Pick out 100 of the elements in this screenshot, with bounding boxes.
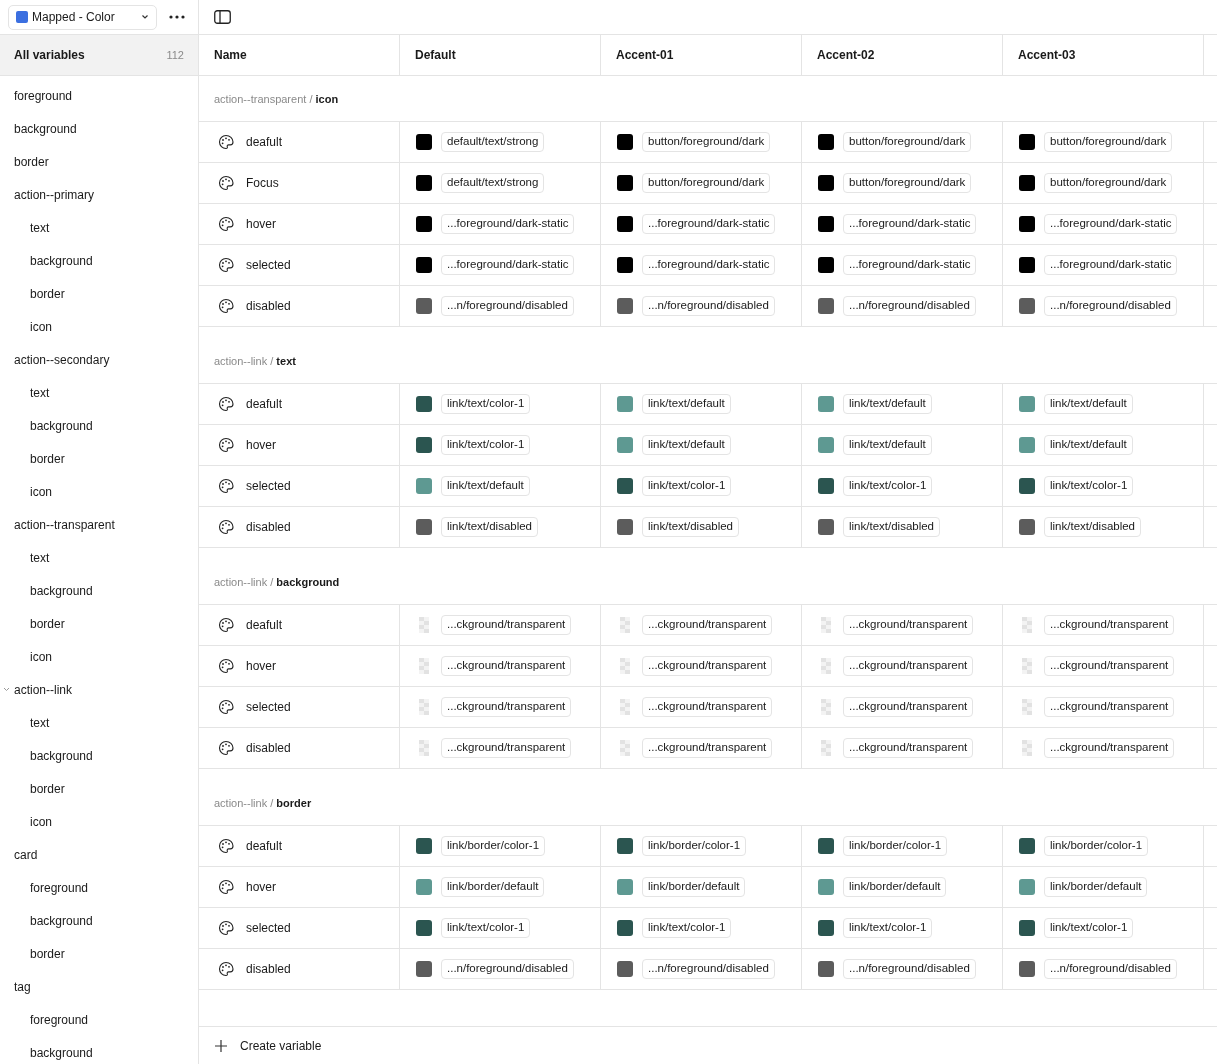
sidebar-item[interactable]: foreground — [0, 1003, 198, 1036]
sidebar-item[interactable]: action--secondary — [0, 343, 198, 376]
alias-pill[interactable]: button/foreground/dark — [1044, 132, 1173, 152]
alias-pill[interactable]: button/foreground/dark — [1044, 173, 1173, 193]
alias-pill[interactable]: link/text/default — [843, 394, 932, 414]
alias-pill[interactable]: ...ckground/transparent — [843, 656, 974, 676]
sidebar-item[interactable]: icon — [0, 805, 198, 838]
sidebar-item[interactable]: background — [0, 1036, 198, 1064]
expand-chevron-icon[interactable] — [3, 687, 10, 692]
alias-pill[interactable]: link/border/default — [1044, 877, 1148, 897]
collection-dropdown[interactable]: Mapped - Color — [8, 4, 157, 30]
sidebar-item[interactable]: border — [0, 772, 198, 805]
alias-pill[interactable]: link/text/default — [642, 394, 731, 414]
alias-pill[interactable]: ...n/foreground/disabled — [843, 959, 976, 979]
alias-pill[interactable]: ...ckground/transparent — [1044, 656, 1175, 676]
sidebar-item[interactable]: icon — [0, 475, 198, 508]
alias-pill[interactable]: ...foreground/dark-static — [441, 214, 575, 234]
alias-pill[interactable]: link/text/color-1 — [642, 918, 732, 938]
sidebar-item[interactable]: text — [0, 376, 198, 409]
alias-pill[interactable]: link/border/color-1 — [843, 836, 948, 856]
sidebar-item[interactable]: background — [0, 112, 198, 145]
sidebar-item[interactable]: border — [0, 607, 198, 640]
alias-pill[interactable]: ...foreground/dark-static — [642, 255, 776, 275]
alias-pill[interactable]: ...ckground/transparent — [843, 697, 974, 717]
alias-pill[interactable]: link/text/color-1 — [441, 394, 531, 414]
sidebar-item[interactable]: foreground — [0, 79, 198, 112]
alias-pill[interactable]: link/text/default — [1044, 394, 1133, 414]
alias-pill[interactable]: link/text/disabled — [441, 517, 539, 537]
alias-pill[interactable]: ...foreground/dark-static — [441, 255, 575, 275]
alias-pill[interactable]: ...ckground/transparent — [642, 656, 773, 676]
alias-pill[interactable]: button/foreground/dark — [642, 173, 771, 193]
alias-pill[interactable]: ...n/foreground/disabled — [1044, 959, 1177, 979]
alias-pill[interactable]: link/text/default — [441, 476, 530, 496]
alias-pill[interactable]: ...ckground/transparent — [642, 615, 773, 635]
alias-pill[interactable]: ...n/foreground/disabled — [441, 296, 574, 316]
alias-pill[interactable]: default/text/strong — [441, 132, 545, 152]
alias-pill[interactable]: ...ckground/transparent — [1044, 615, 1175, 635]
alias-pill[interactable]: link/text/color-1 — [1044, 918, 1134, 938]
alias-pill[interactable]: ...n/foreground/disabled — [441, 959, 574, 979]
alias-pill[interactable]: ...n/foreground/disabled — [642, 296, 775, 316]
alias-pill[interactable]: ...ckground/transparent — [642, 697, 773, 717]
sidebar-item[interactable]: text — [0, 211, 198, 244]
sidebar-item[interactable]: tag — [0, 970, 198, 1003]
sidebar-item[interactable]: background — [0, 244, 198, 277]
sidebar-item[interactable]: action--link — [0, 673, 198, 706]
sidebar-item[interactable]: icon — [0, 640, 198, 673]
alias-pill[interactable]: link/border/default — [843, 877, 947, 897]
alias-pill[interactable]: ...foreground/dark-static — [1044, 214, 1178, 234]
alias-pill[interactable]: button/foreground/dark — [642, 132, 771, 152]
all-variables-item[interactable]: All variables 112 — [0, 35, 198, 76]
alias-pill[interactable]: link/text/color-1 — [843, 476, 933, 496]
sidebar-item[interactable]: text — [0, 706, 198, 739]
sidebar-item[interactable]: icon — [0, 310, 198, 343]
alias-pill[interactable]: ...n/foreground/disabled — [843, 296, 976, 316]
alias-pill[interactable]: link/text/disabled — [843, 517, 941, 537]
alias-pill[interactable]: ...ckground/transparent — [843, 738, 974, 758]
alias-pill[interactable]: ...foreground/dark-static — [843, 255, 977, 275]
alias-pill[interactable]: ...n/foreground/disabled — [1044, 296, 1177, 316]
alias-pill[interactable]: link/text/default — [642, 435, 731, 455]
alias-pill[interactable]: ...ckground/transparent — [441, 615, 572, 635]
alias-pill[interactable]: button/foreground/dark — [843, 132, 972, 152]
alias-pill[interactable]: ...ckground/transparent — [1044, 697, 1175, 717]
sidebar-item[interactable]: foreground — [0, 871, 198, 904]
sidebar-item[interactable]: background — [0, 904, 198, 937]
alias-pill[interactable]: ...ckground/transparent — [441, 738, 572, 758]
sidebar-item[interactable]: background — [0, 409, 198, 442]
alias-pill[interactable]: link/border/default — [642, 877, 746, 897]
sidebar-item[interactable]: border — [0, 442, 198, 475]
alias-pill[interactable]: link/border/color-1 — [441, 836, 546, 856]
alias-pill[interactable]: ...ckground/transparent — [441, 656, 572, 676]
alias-pill[interactable]: ...foreground/dark-static — [843, 214, 977, 234]
sidebar-item[interactable]: border — [0, 145, 198, 178]
create-variable-button[interactable]: Create variable — [214, 1033, 322, 1058]
sidebar-toggle-icon[interactable] — [214, 10, 231, 24]
sidebar-item[interactable]: text — [0, 541, 198, 574]
sidebar-item[interactable]: card — [0, 838, 198, 871]
alias-pill[interactable]: ...foreground/dark-static — [642, 214, 776, 234]
alias-pill[interactable]: link/text/disabled — [642, 517, 740, 537]
alias-pill[interactable]: ...ckground/transparent — [441, 697, 572, 717]
sidebar-item[interactable]: border — [0, 937, 198, 970]
alias-pill[interactable]: link/border/color-1 — [642, 836, 747, 856]
alias-pill[interactable]: ...ckground/transparent — [1044, 738, 1175, 758]
sidebar-item[interactable]: background — [0, 739, 198, 772]
alias-pill[interactable]: ...ckground/transparent — [843, 615, 974, 635]
alias-pill[interactable]: link/text/default — [1044, 435, 1133, 455]
alias-pill[interactable]: ...ckground/transparent — [642, 738, 773, 758]
alias-pill[interactable]: link/text/color-1 — [441, 918, 531, 938]
alias-pill[interactable]: ...n/foreground/disabled — [642, 959, 775, 979]
alias-pill[interactable]: link/border/color-1 — [1044, 836, 1149, 856]
alias-pill[interactable]: button/foreground/dark — [843, 173, 972, 193]
sidebar-item[interactable]: action--transparent — [0, 508, 198, 541]
alias-pill[interactable]: ...foreground/dark-static — [1044, 255, 1178, 275]
alias-pill[interactable]: default/text/strong — [441, 173, 545, 193]
alias-pill[interactable]: link/text/color-1 — [441, 435, 531, 455]
alias-pill[interactable]: link/text/default — [843, 435, 932, 455]
alias-pill[interactable]: link/border/default — [441, 877, 545, 897]
alias-pill[interactable]: link/text/disabled — [1044, 517, 1142, 537]
alias-pill[interactable]: link/text/color-1 — [843, 918, 933, 938]
alias-pill[interactable]: link/text/color-1 — [1044, 476, 1134, 496]
sidebar-item[interactable]: background — [0, 574, 198, 607]
